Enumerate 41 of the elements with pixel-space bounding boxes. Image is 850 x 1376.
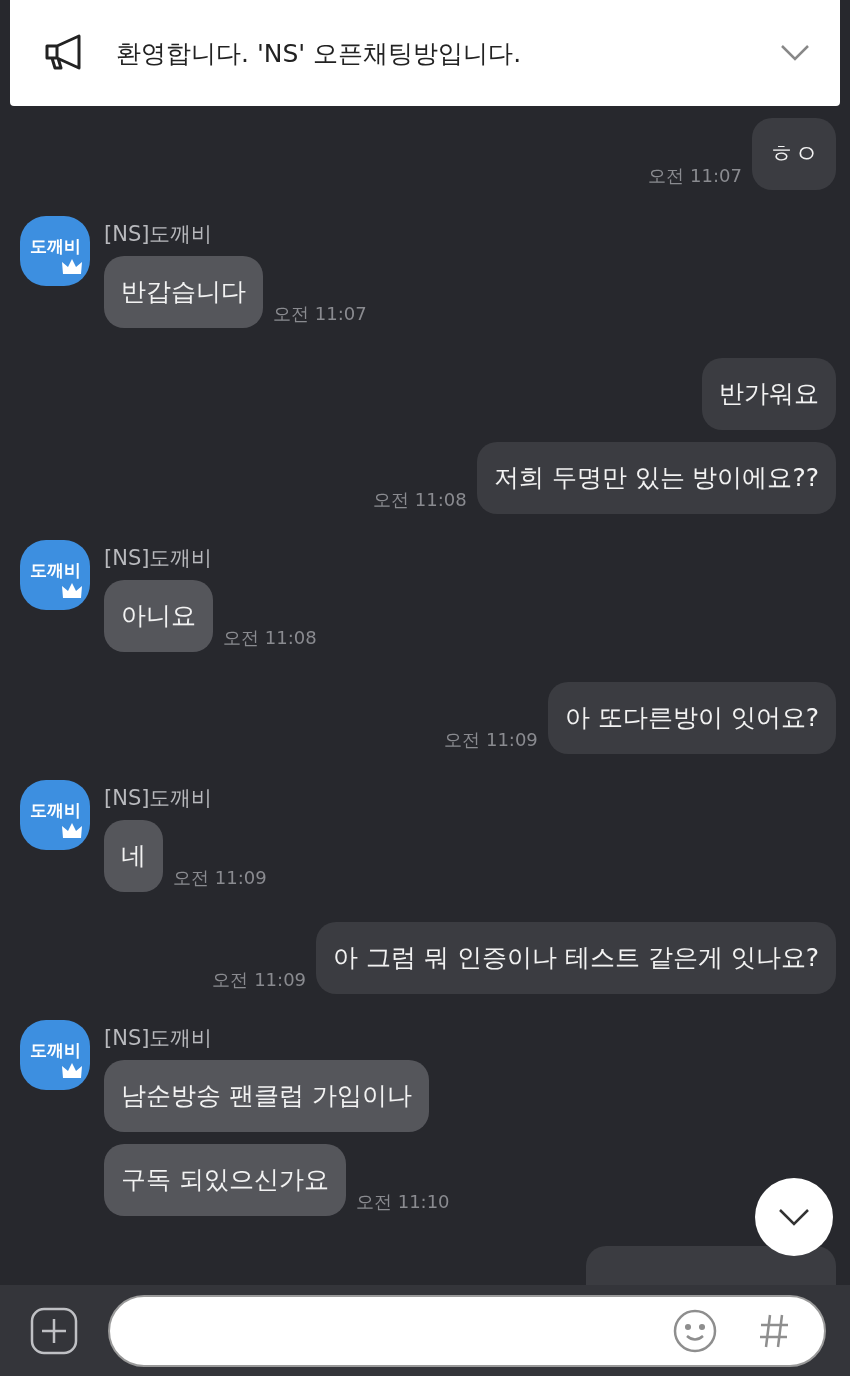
sender-name: [NS]도깨비: [104, 221, 213, 248]
message-bubble: 네: [104, 820, 163, 892]
chevron-down-icon: [778, 1208, 810, 1226]
sender-name: [NS]도깨비: [104, 785, 213, 812]
message-bubble: 반가워요: [702, 358, 836, 430]
message-time: 오전 11:08: [223, 626, 317, 650]
message-time: 오전 11:10: [355, 1190, 450, 1214]
message-bubble: 아 또다른방이 잇어요?: [547, 682, 836, 754]
avatar-label: 도깨비: [29, 234, 81, 258]
avatar[interactable]: 도깨비: [20, 1020, 90, 1090]
message-time: 오전 11:09: [444, 728, 538, 752]
message-bubble: 아 그럼 뭐 인증이나 테스트 같은게 잇나요?: [316, 922, 836, 994]
crown-icon: [61, 822, 83, 840]
chevron-down-icon[interactable]: [780, 44, 810, 62]
message-bubble: 반갑습니다: [104, 256, 263, 328]
notice-banner[interactable]: 환영합니다. 'NS' 오픈채팅방입니다.: [10, 0, 840, 106]
crown-icon: [61, 1062, 83, 1080]
avatar[interactable]: 도깨비: [20, 216, 90, 286]
message-time: 오전 11:07: [273, 302, 367, 326]
sender-name: [NS]도깨비: [104, 1025, 213, 1052]
hashtag-icon[interactable]: [758, 1312, 790, 1349]
plus-icon[interactable]: [30, 1306, 78, 1355]
notice-text: 환영합니다. 'NS' 오픈채팅방입니다.: [116, 37, 523, 70]
message-bubble: 남순방송 팬클럽 가입이나: [104, 1060, 429, 1132]
message-bubble: ㅎㅇ: [752, 118, 836, 190]
emoji-icon[interactable]: [672, 1307, 718, 1354]
message-bubble: 구독 되있으신가요: [104, 1144, 346, 1216]
crown-icon: [61, 582, 83, 600]
avatar-label: 도깨비: [29, 1038, 81, 1062]
message-time: 오전 11:07: [648, 164, 742, 188]
crown-icon: [61, 258, 83, 276]
message-time: 오전 11:08: [373, 488, 467, 512]
avatar-label: 도깨비: [29, 558, 81, 582]
sender-name: [NS]도깨비: [104, 545, 213, 572]
message-bubble: 아니요: [104, 580, 213, 652]
avatar[interactable]: 도깨비: [20, 780, 90, 850]
avatar-label: 도깨비: [29, 798, 81, 822]
message-time: 오전 11:09: [212, 968, 307, 992]
avatar[interactable]: 도깨비: [20, 540, 90, 610]
message-bubble: 저희 두명만 있는 방이에요??: [476, 442, 836, 514]
message-time: 오전 11:09: [173, 866, 267, 890]
